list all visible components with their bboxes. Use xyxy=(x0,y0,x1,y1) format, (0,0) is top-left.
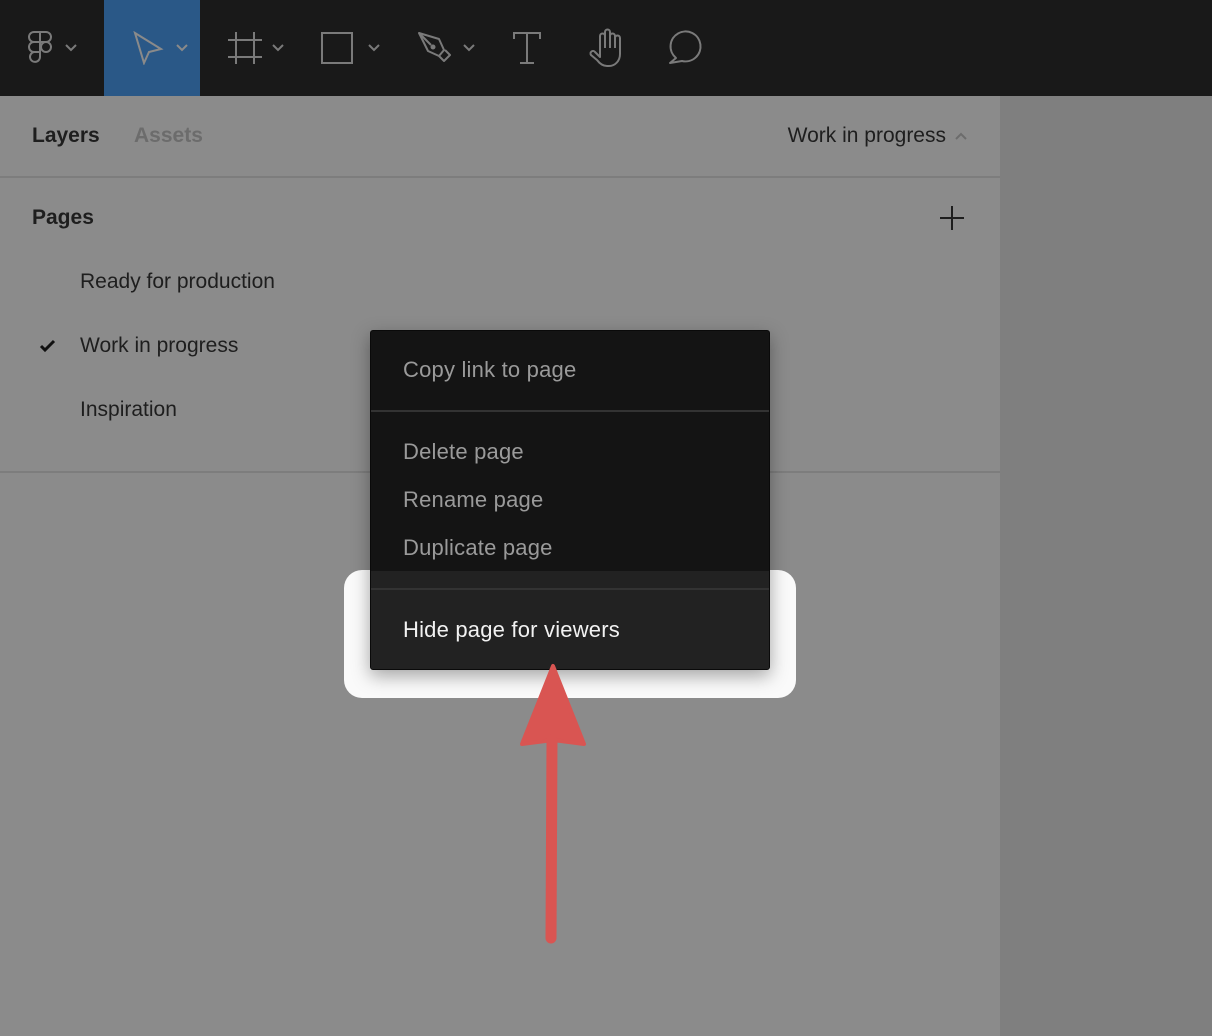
speech-bubble-icon xyxy=(669,30,702,64)
tab-assets[interactable]: Assets xyxy=(134,122,203,150)
annotation-arrow-icon xyxy=(520,664,586,944)
tab-layers[interactable]: Layers xyxy=(32,122,100,150)
figma-logo-icon xyxy=(28,31,52,63)
pen-tool-button[interactable] xyxy=(400,0,496,96)
page-item-ready-for-production[interactable]: Ready for production xyxy=(0,254,1000,310)
checkmark-icon xyxy=(39,339,56,353)
comment-tool-button[interactable] xyxy=(656,0,720,96)
pen-nib-icon xyxy=(418,32,451,62)
chevron-down-icon xyxy=(368,44,380,52)
frame-hash-icon xyxy=(228,32,262,64)
menu-item-copy-link[interactable]: Copy link to page xyxy=(371,346,769,394)
menu-separator xyxy=(371,410,769,412)
hand-tool-button[interactable] xyxy=(576,0,640,96)
menu-item-hide-page-for-viewers[interactable]: Hide page for viewers xyxy=(371,606,769,654)
menu-separator xyxy=(371,588,769,590)
panel-divider xyxy=(0,176,1000,178)
text-tool-button[interactable] xyxy=(496,0,560,96)
page-item-label: Inspiration xyxy=(80,398,177,421)
text-t-icon xyxy=(513,32,541,64)
chevron-down-icon xyxy=(65,44,77,52)
menu-item-delete-page[interactable]: Delete page xyxy=(371,428,769,476)
page-item-label: Ready for production xyxy=(80,270,275,293)
frame-tool-button[interactable] xyxy=(200,0,304,96)
pages-section-title: Pages xyxy=(32,206,94,229)
menu-item-rename-page[interactable]: Rename page xyxy=(371,476,769,524)
cursor-arrow-icon xyxy=(133,31,164,65)
plus-icon[interactable] xyxy=(938,204,966,232)
chevron-down-icon xyxy=(272,44,284,52)
hand-icon xyxy=(589,28,621,67)
page-context-menu: Copy link to page Delete page Rename pag… xyxy=(370,330,770,670)
page-item-label: Work in progress xyxy=(80,334,239,357)
current-page-label: Work in progress xyxy=(787,124,946,147)
canvas[interactable] xyxy=(1000,96,1212,1036)
shape-tool-button[interactable] xyxy=(304,0,400,96)
chevron-down-icon xyxy=(463,44,475,52)
main-menu-button[interactable] xyxy=(0,0,104,96)
chevron-up-icon xyxy=(955,132,967,140)
chevron-down-icon xyxy=(176,44,188,52)
rectangle-icon xyxy=(321,32,353,64)
toolbar xyxy=(0,0,1212,96)
current-page-switcher[interactable]: Work in progress xyxy=(788,122,968,150)
move-tool-button[interactable] xyxy=(104,0,200,96)
menu-item-duplicate-page[interactable]: Duplicate page xyxy=(371,524,769,572)
